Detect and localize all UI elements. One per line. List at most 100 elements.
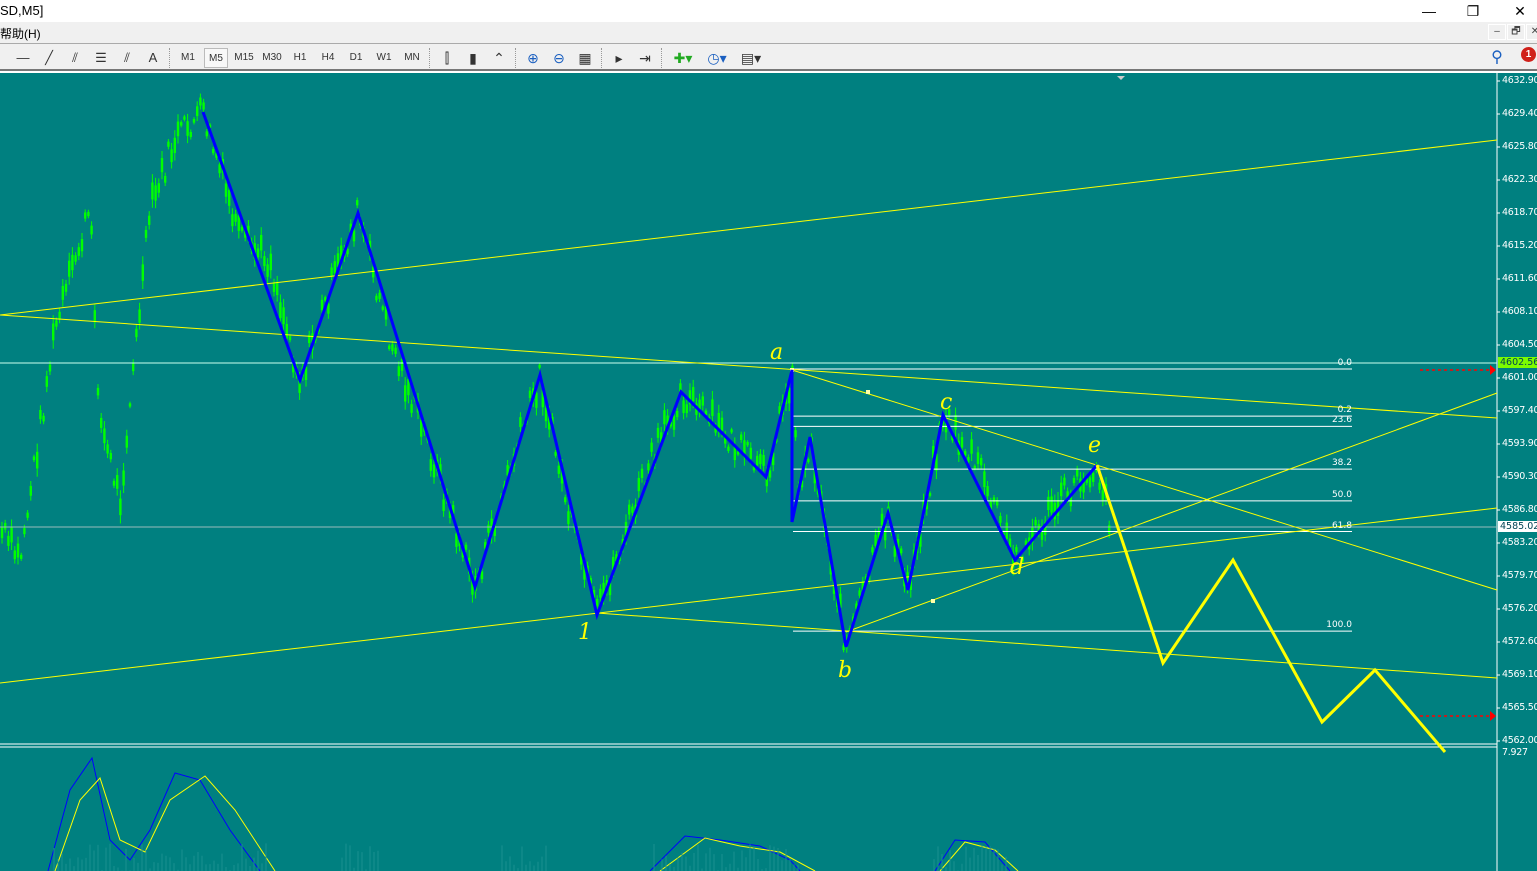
candle-body (93, 310, 96, 323)
title-bar: SD,M5] — ❐ ✕ (0, 0, 1537, 22)
candle-body (637, 477, 640, 492)
candle-body (186, 121, 189, 136)
candle-body (701, 396, 704, 406)
candle-body (717, 412, 720, 430)
zoom-out-icon[interactable]: ⊖ (548, 48, 570, 68)
period-m15[interactable]: M15 (232, 48, 256, 68)
tile-windows-icon[interactable]: ▦ (574, 48, 596, 68)
candle-body (442, 499, 445, 512)
candle-body (1108, 525, 1111, 534)
menu-help[interactable]: 帮助(H) (0, 25, 41, 42)
mdi-close-button[interactable]: ✕ (1526, 24, 1537, 40)
price-axis-label: 4608.10 (1502, 306, 1537, 317)
mdi-restore-button[interactable]: 🗗 (1507, 24, 1525, 40)
price-axis-label: 4583.20 (1502, 537, 1537, 548)
candle-body (279, 302, 282, 319)
candle-body (746, 441, 749, 446)
candle-body (330, 267, 333, 276)
wave-label-a: a (770, 340, 784, 365)
bar-chart-icon[interactable]: ⫿ (436, 48, 458, 68)
candle-body (103, 428, 106, 444)
candle-body (410, 404, 413, 413)
zoom-in-icon[interactable]: ⊕ (522, 48, 544, 68)
period-h1[interactable]: H1 (288, 48, 312, 68)
periods-clock-icon[interactable]: ◷▾ (702, 48, 732, 68)
trendline-icon[interactable]: ╱ (38, 48, 60, 68)
candle-body (144, 229, 148, 238)
candle-body (237, 215, 240, 231)
close-button[interactable]: ✕ (1497, 0, 1537, 22)
candle-body (487, 524, 490, 533)
candle-body (874, 534, 877, 547)
candle-body (0, 527, 4, 539)
toolbar-separator (601, 48, 603, 68)
candle-body (68, 260, 71, 277)
period-m1[interactable]: M1 (176, 48, 200, 68)
fibonacci-retracement-icon[interactable]: ☰ (90, 48, 112, 68)
text-icon[interactable]: A (142, 48, 164, 68)
price-axis-label: 4618.70 (1502, 207, 1537, 218)
minimize-button[interactable]: — (1406, 0, 1452, 22)
candle-body (928, 492, 932, 496)
candle-body (135, 328, 138, 338)
candlestick-icon[interactable]: ▮ (462, 48, 484, 68)
candle-body (282, 307, 285, 325)
candle-body (128, 403, 132, 407)
candle-body (90, 225, 93, 235)
candle-body (324, 297, 327, 301)
candle-body (404, 385, 407, 402)
price-axis-label: 4576.20 (1502, 603, 1537, 614)
wave-label-1: 1 (578, 620, 592, 645)
candle-body (381, 306, 384, 310)
line-chart-icon[interactable]: ⌃ (488, 48, 510, 68)
period-w1[interactable]: W1 (372, 48, 396, 68)
period-m30[interactable]: M30 (260, 48, 284, 68)
candle-body (429, 459, 432, 471)
candle-body (352, 230, 356, 242)
candle-body (391, 344, 394, 352)
auto-scroll-icon[interactable]: ▸ (608, 48, 630, 68)
candle-body (1015, 547, 1018, 553)
candle-body (1060, 482, 1063, 497)
period-h4[interactable]: H4 (316, 48, 340, 68)
candle-body (205, 131, 208, 137)
price-axis-label: 4569.10 (1502, 669, 1537, 680)
candle-body (631, 506, 634, 513)
indicators-icon[interactable]: ✚▾ (668, 48, 698, 68)
candle-body (1047, 496, 1050, 511)
candle-body (640, 468, 644, 478)
line-price-tag: 4585.02 (1498, 521, 1537, 532)
shift-marker-icon (1117, 76, 1125, 80)
candle-body (756, 455, 759, 466)
notifications-badge[interactable]: 1 (1521, 47, 1536, 62)
candle-body (960, 437, 964, 448)
search-icon[interactable]: ⚲ (1488, 48, 1506, 68)
price-axis-label: 4565.50 (1502, 702, 1537, 713)
b-d-trendline (845, 392, 1498, 633)
fib-level-label: 100.0 (1326, 620, 1352, 631)
chart-shift-icon[interactable]: ⇥ (634, 48, 656, 68)
candle-body (858, 590, 861, 596)
templates-icon[interactable]: ▤▾ (736, 48, 766, 68)
price-chart-canvas[interactable] (0, 73, 1537, 871)
candle-body (32, 456, 36, 461)
chart-window[interactable]: 0.0 0.2 23.6 38.2 50.0 61.8 100.0 4632.90 4629.4… (0, 73, 1537, 871)
period-d1[interactable]: D1 (344, 48, 368, 68)
candle-body (285, 323, 288, 339)
horizontal-line-icon[interactable]: — (12, 48, 34, 68)
mdi-minimize-button[interactable]: – (1488, 24, 1506, 40)
candle-body (112, 480, 116, 486)
candle-body (749, 447, 752, 459)
candle-body (1088, 477, 1092, 488)
a-c-e-trendline (791, 369, 1498, 591)
fibonacci-fan-icon[interactable]: ⫽ (116, 48, 138, 68)
period-m5[interactable]: M5 (204, 48, 228, 68)
toolbar-separator (515, 48, 517, 68)
restore-button[interactable]: ❐ (1450, 0, 1496, 22)
period-mn[interactable]: MN (400, 48, 424, 68)
candle-body (106, 444, 109, 454)
candle-body (986, 486, 989, 497)
candle-body (554, 451, 557, 456)
equidistant-channel-icon[interactable]: ⫽ (64, 48, 86, 68)
candle-body (519, 417, 522, 427)
